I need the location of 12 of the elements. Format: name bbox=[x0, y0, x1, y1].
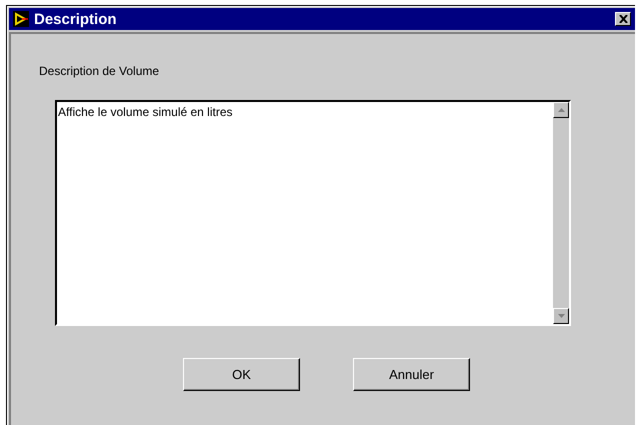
close-icon bbox=[618, 15, 628, 23]
close-button[interactable] bbox=[615, 12, 631, 26]
scroll-down-button[interactable] bbox=[553, 308, 569, 324]
cancel-button[interactable]: Annuler bbox=[353, 358, 470, 391]
ok-button[interactable]: OK bbox=[183, 358, 300, 391]
scrollbar[interactable] bbox=[553, 102, 569, 324]
down-arrow-icon bbox=[558, 314, 564, 318]
window-title: Description bbox=[34, 10, 118, 28]
field-label: Description de Volume bbox=[39, 64, 160, 78]
scroll-up-button[interactable] bbox=[553, 102, 569, 118]
app-icon bbox=[13, 11, 29, 27]
up-arrow-icon bbox=[558, 108, 564, 112]
